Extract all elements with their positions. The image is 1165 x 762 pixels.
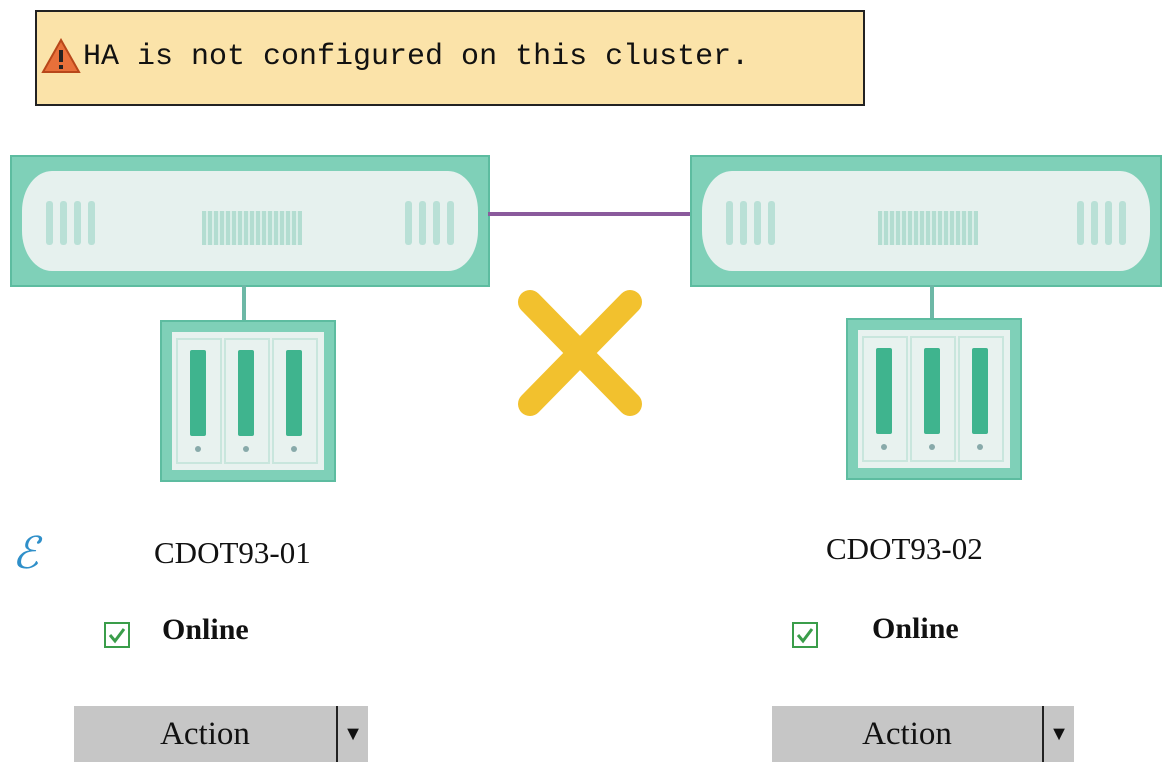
shelf-connector: [930, 285, 934, 321]
action-button-label: Action: [772, 706, 1044, 762]
disk-shelf-node-2[interactable]: [846, 318, 1022, 480]
x-mark-icon: [518, 290, 642, 416]
warning-text: HA is not configured on this cluster.: [83, 40, 750, 74]
shelf-connector: [242, 285, 246, 321]
chevron-down-icon[interactable]: ▼: [1044, 706, 1074, 762]
check-icon: [104, 622, 130, 648]
node-name-1: CDOT93-01: [154, 535, 311, 570]
node-status-2: Online: [872, 612, 959, 645]
controller-node-1[interactable]: [10, 155, 490, 287]
action-button-node-1[interactable]: Action ▼: [74, 706, 368, 762]
check-icon: [792, 622, 818, 648]
action-button-label: Action: [74, 706, 338, 762]
disk-shelf-node-1[interactable]: [160, 320, 336, 482]
epsilon-icon: ℰ: [12, 528, 39, 579]
controller-node-2[interactable]: [690, 155, 1162, 287]
ha-interconnect-line: [488, 212, 692, 216]
action-button-node-2[interactable]: Action ▼: [772, 706, 1074, 762]
chevron-down-icon[interactable]: ▼: [338, 706, 368, 762]
warning-triangle-icon: [41, 38, 81, 73]
node-status-1: Online: [162, 613, 249, 646]
controller-face: [22, 171, 478, 271]
node-name-2: CDOT93-02: [826, 531, 983, 566]
ha-warning-banner: HA is not configured on this cluster.: [35, 10, 865, 106]
controller-face: [702, 171, 1150, 271]
